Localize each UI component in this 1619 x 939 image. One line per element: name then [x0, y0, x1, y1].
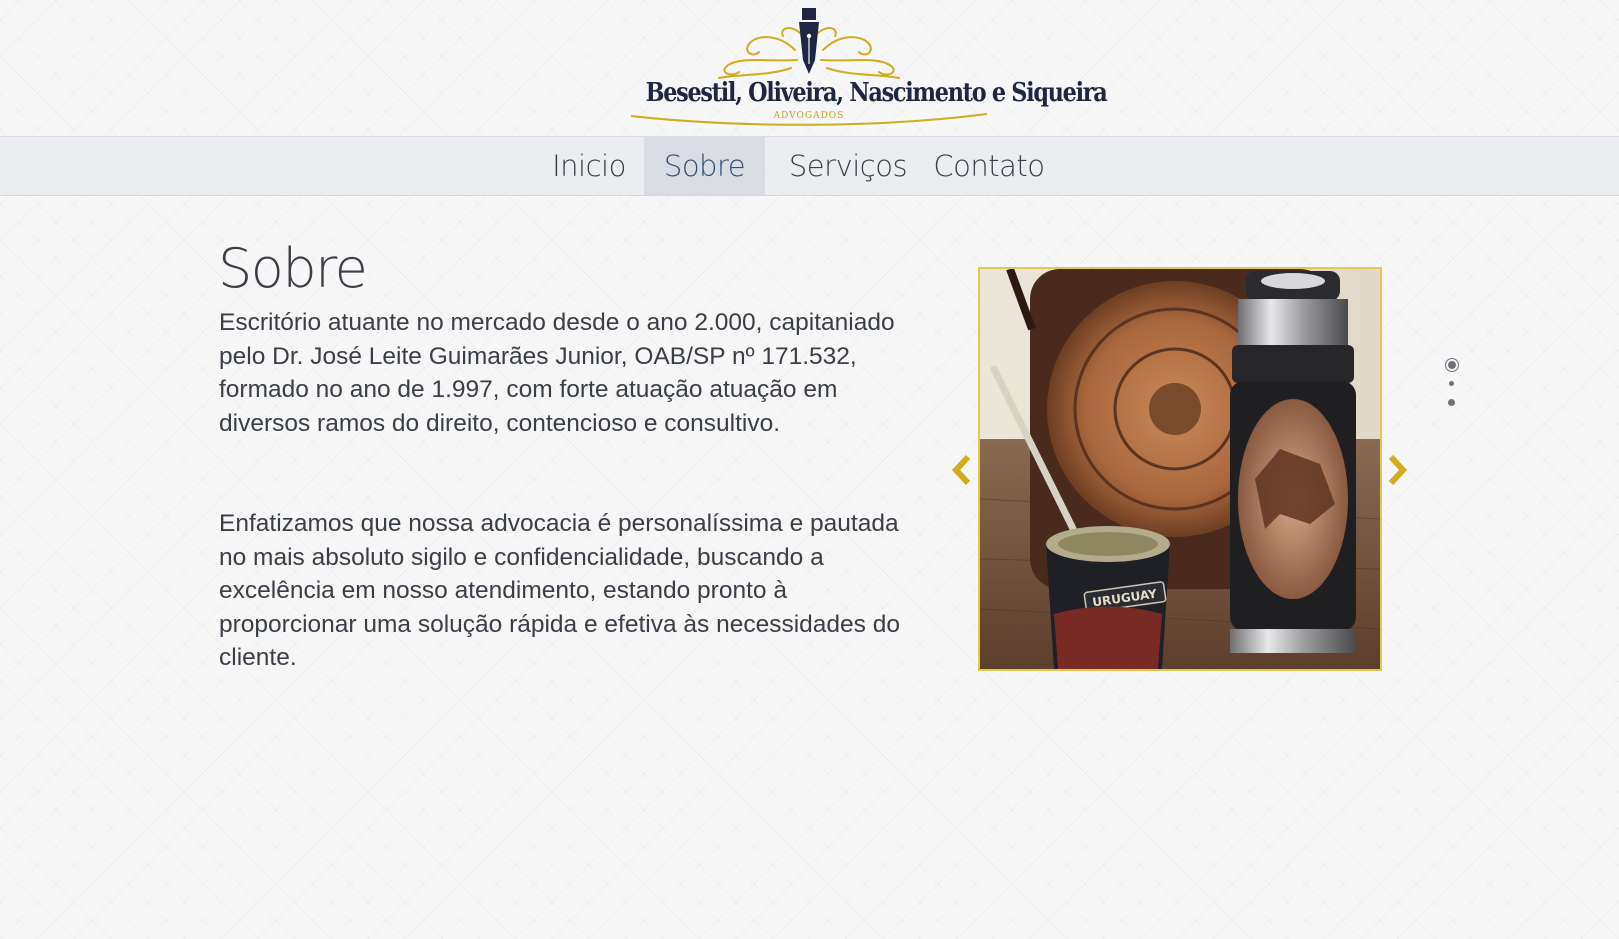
site-header: Besestil, Oliveira, Nascimento e Siqueir…: [0, 0, 1619, 136]
slider-image: URUGUAY: [978, 267, 1382, 671]
slider-dot-1[interactable]: [1446, 359, 1458, 371]
main-navigation: Inicio Sobre Serviços Contato: [0, 136, 1619, 196]
mate-gourd-thermos-photo: URUGUAY: [980, 269, 1380, 669]
about-paragraph-2: Enfatizamos que nossa advocacia é person…: [219, 510, 900, 671]
nav-item-inicio[interactable]: Inicio: [549, 137, 629, 195]
chevron-left-icon: [951, 454, 971, 486]
nav-item-sobre[interactable]: Sobre: [644, 137, 765, 195]
slider-next-button[interactable]: [1385, 453, 1411, 487]
slider-prev-button[interactable]: [948, 453, 974, 487]
firm-subtitle: ADVOGADOS: [773, 111, 845, 121]
firm-logo[interactable]: Besestil, Oliveira, Nascimento e Siqueir…: [619, 4, 1108, 128]
slider-pagination: [1446, 357, 1458, 409]
slider-dot-3[interactable]: [1448, 399, 1455, 406]
nav-item-contato[interactable]: Contato: [932, 137, 1046, 195]
page-title: Sobre: [218, 237, 368, 300]
about-paragraph-1: Escritório atuante no mercado desde o an…: [219, 309, 895, 437]
slider-dot-2[interactable]: [1449, 381, 1454, 386]
fountain-pen-nib-icon: [630, 8, 988, 126]
firm-name: Besestil, Oliveira, Nascimento e Siqueir…: [645, 78, 1108, 108]
chevron-right-icon: [1388, 454, 1408, 486]
nav-item-servicos[interactable]: Serviços: [787, 137, 909, 195]
